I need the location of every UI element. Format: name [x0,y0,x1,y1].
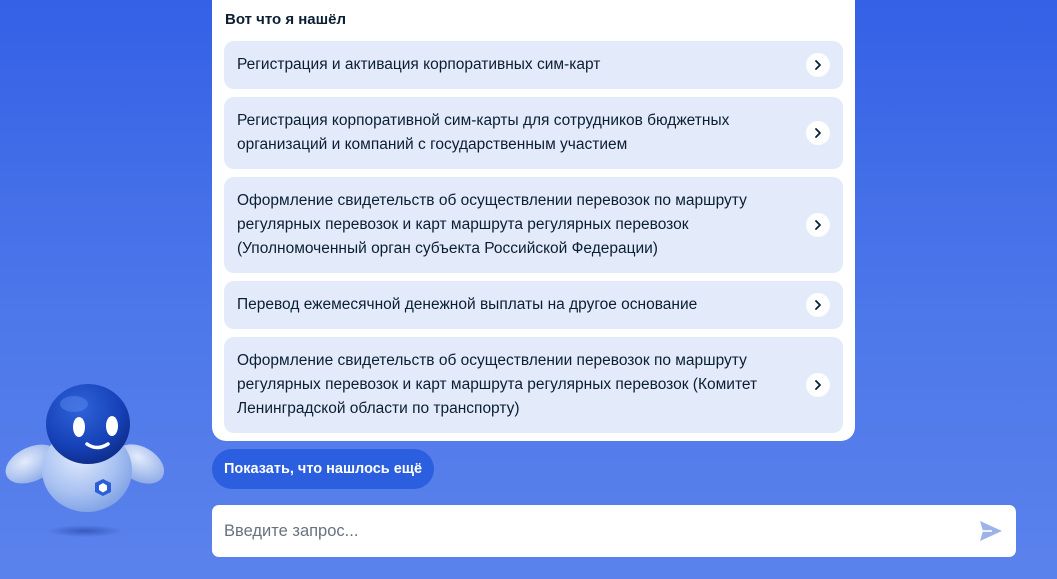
result-item-label: Регистрация и активация корпоративных си… [237,56,601,73]
search-input[interactable] [224,505,964,557]
chevron-right-icon[interactable] [806,373,830,397]
robot-assistant-avatar [5,384,165,537]
send-icon[interactable] [978,518,1004,544]
result-item[interactable]: Перевод ежемесячной денежной выплаты на … [224,281,843,329]
result-item[interactable]: Оформление свидетельств об осуществлении… [224,337,843,433]
results-card: Вот что я нашёл Регистрация и активация … [212,0,855,441]
show-more-button[interactable]: Показать, что нашлось ещё [212,449,435,489]
chevron-right-icon[interactable] [806,293,830,317]
result-item[interactable]: Регистрация корпоративной сим-карты для … [224,97,843,169]
search-bar [212,505,1016,557]
result-item[interactable]: Оформление свидетельств об осуществлении… [224,177,843,273]
result-item-label: Оформление свидетельств об осуществлении… [237,352,758,417]
results-title: Вот что я нашёл [225,11,347,28]
result-item-label: Оформление свидетельств об осуществлении… [237,192,747,257]
result-item-label: Перевод ежемесячной денежной выплаты на … [237,296,698,313]
chevron-right-icon[interactable] [806,213,830,237]
chevron-right-icon[interactable] [806,121,830,145]
result-item[interactable]: Регистрация и активация корпоративных си… [224,41,843,89]
result-item-label: Регистрация корпоративной сим-карты для … [237,112,730,153]
chevron-right-icon[interactable] [806,53,830,77]
